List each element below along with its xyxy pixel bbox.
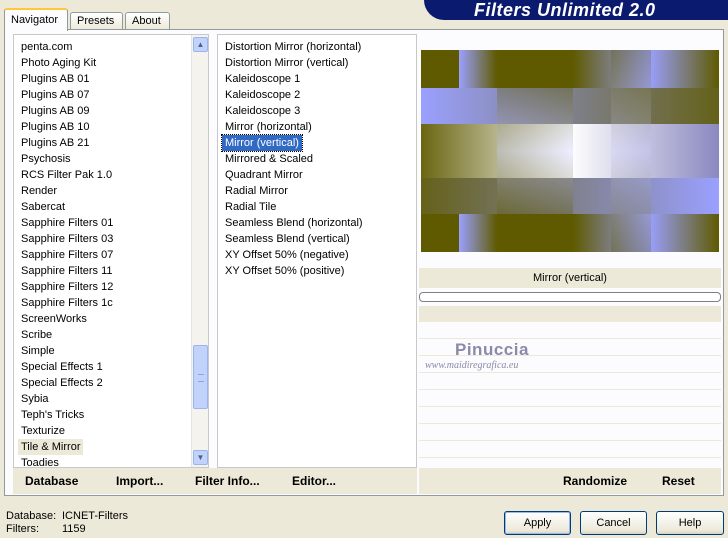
filter-item[interactable]: Kaleidoscope 1 [222,71,303,87]
category-item[interactable]: Tile & Mirror [18,439,84,455]
help-button[interactable]: Help [656,511,724,535]
category-item[interactable]: Plugins AB 01 [18,71,93,87]
tab-about[interactable]: About [125,12,170,30]
grip-icon [198,374,204,382]
tab-presets[interactable]: Presets [70,12,123,30]
param-row [419,442,721,458]
category-item[interactable]: Special Effects 1 [18,359,106,375]
category-scrollbar[interactable]: ▲ ▼ [191,35,208,467]
category-list[interactable]: penta.com Photo Aging Kit Plugins AB 01 Plu… [13,34,209,469]
tab-navigator[interactable]: Navigator [4,8,68,31]
scroll-down-button[interactable]: ▼ [193,450,208,465]
category-item[interactable]: Plugins AB 21 [18,135,93,151]
scroll-thumb[interactable] [193,345,208,409]
filter-item[interactable]: Seamless Blend (vertical) [222,231,353,247]
database-value: ICNET-Filters [62,510,128,522]
category-item[interactable]: Sapphire Filters 07 [18,247,116,263]
filter-item[interactable]: Mirror (horizontal) [222,119,315,135]
filter-info-button[interactable]: Filter Info... [195,474,260,488]
filters-label: Filters: [6,523,39,535]
category-item[interactable]: Simple [18,343,58,359]
filter-item[interactable]: Distortion Mirror (vertical) [222,55,351,71]
category-item[interactable]: Plugins AB 09 [18,103,93,119]
category-item[interactable]: Photo Aging Kit [18,55,99,71]
filters-count: 1159 [62,523,86,535]
reset-button[interactable]: Reset [662,474,695,488]
category-item[interactable]: penta.com [18,39,75,55]
cancel-button[interactable]: Cancel [580,511,647,535]
param-row [419,374,721,390]
filter-item[interactable]: Mirrored & Scaled [222,151,316,167]
category-item[interactable]: Scribe [18,327,55,343]
filter-item[interactable]: Radial Tile [222,199,279,215]
progress-bar [419,292,721,302]
watermark-url: www.maidiregrafica.eu [425,360,519,371]
apply-button[interactable]: Apply [504,511,571,535]
category-item[interactable]: Psychosis [18,151,74,167]
database-label: Database: [6,510,57,522]
preview-button-bar: Randomize Reset [419,468,721,494]
editor-button[interactable]: Editor... [292,474,336,488]
param-row [419,425,721,441]
category-item[interactable]: Sapphire Filters 12 [18,279,116,295]
scroll-up-button[interactable]: ▲ [193,37,208,52]
category-item[interactable]: RCS Filter Pak 1.0 [18,167,115,183]
category-item[interactable]: Sybia [18,391,52,407]
category-item[interactable]: Texturize [18,423,68,439]
filter-item[interactable]: XY Offset 50% (positive) [222,263,347,279]
footer-info: Database: ICNET-Filters Filters: 1159 [6,510,128,536]
preview-caption: Mirror (vertical) [419,268,721,288]
category-item[interactable]: Render [18,183,60,199]
panel-button-bar: Database Import... Filter Info... Editor… [13,468,417,494]
import-button[interactable]: Import... [116,474,163,488]
category-item[interactable]: Sapphire Filters 1c [18,295,116,311]
param-row [419,391,721,407]
filter-item[interactable]: Quadrant Mirror [222,167,306,183]
category-item[interactable]: Special Effects 2 [18,375,106,391]
database-button[interactable]: Database [25,474,78,488]
category-item[interactable]: Sapphire Filters 03 [18,231,116,247]
category-item[interactable]: Sapphire Filters 11 [18,263,116,279]
filter-item[interactable]: XY Offset 50% (negative) [222,247,352,263]
filter-item[interactable]: Seamless Blend (horizontal) [222,215,366,231]
category-item[interactable]: Plugins AB 07 [18,87,93,103]
filter-item[interactable]: Kaleidoscope 3 [222,103,303,119]
app-title: Filters Unlimited 2.0 [474,0,656,20]
randomize-button[interactable]: Randomize [563,474,627,488]
category-item[interactable]: Plugins AB 10 [18,119,93,135]
param-row [419,323,721,339]
category-item[interactable]: Sabercat [18,199,68,215]
navigator-panel: penta.com Photo Aging Kit Plugins AB 01 Plu… [4,29,724,496]
param-row [419,306,721,322]
preview-pattern [421,50,719,252]
parameter-area [419,306,721,466]
filter-list[interactable]: Distortion Mirror (horizontal) Distortion… [217,34,417,468]
filter-item[interactable]: Distortion Mirror (horizontal) [222,39,364,55]
watermark-name: Pinuccia [455,340,529,359]
filter-item[interactable]: Mirror (vertical) [221,134,303,152]
chevron-up-icon: ▲ [196,40,205,49]
param-row [419,408,721,424]
filter-item[interactable]: Kaleidoscope 2 [222,87,303,103]
filter-item[interactable]: Radial Mirror [222,183,291,199]
category-item[interactable]: Sapphire Filters 01 [18,215,116,231]
preview-image [421,50,719,252]
chevron-down-icon: ▼ [196,453,205,462]
category-item[interactable]: Teph's Tricks [18,407,87,423]
category-item[interactable]: ScreenWorks [18,311,90,327]
